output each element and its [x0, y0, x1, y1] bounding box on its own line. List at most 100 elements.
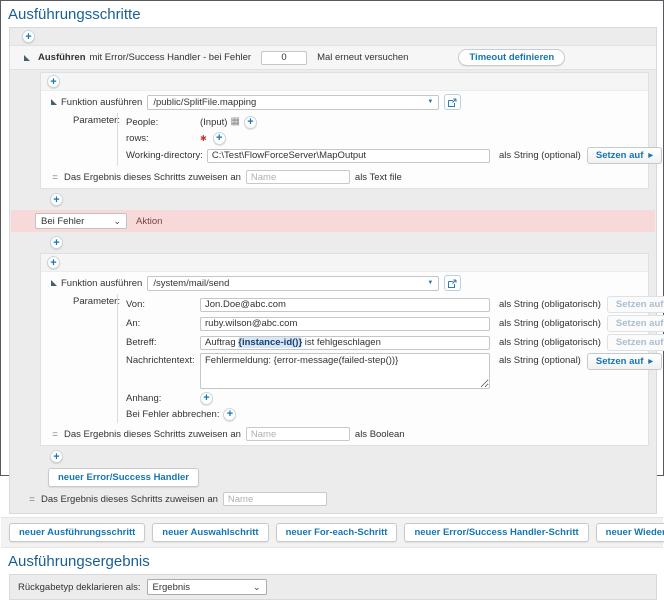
- new-choose-step-button[interactable]: neuer Auswahlschritt: [152, 523, 268, 542]
- error-condition-row: Bei Fehler ⌄ Aktion: [11, 210, 655, 232]
- return-type-select[interactable]: Ergebnis ⌄: [147, 579, 267, 595]
- new-step-buttons-bar: neuer Ausführungsschritt neuer Auswahlsc…: [1, 517, 663, 548]
- flowforce-job-page: { "icons": { "add_glyph": "+", "caret_do…: [0, 0, 664, 476]
- define-timeout-button[interactable]: Timeout definieren: [458, 49, 565, 66]
- required-value-icon: ✱: [200, 134, 207, 143]
- setzen-auf-button[interactable]: Setzen auf ▶: [587, 353, 662, 370]
- setzen-auf-label: Setzen auf: [616, 318, 664, 329]
- condition-select-value: Bei Fehler: [41, 216, 84, 227]
- collapse-function-icon[interactable]: [51, 280, 57, 286]
- param-row-von: Von: als String (obligatorisch) Setzen a…: [126, 296, 664, 313]
- add-param-value-button[interactable]: +: [213, 132, 226, 145]
- function-row: Funktion ausführen /public/SplitFile.map…: [41, 91, 648, 112]
- add-param-value-button[interactable]: +: [244, 116, 257, 129]
- open-function-icon[interactable]: [444, 275, 461, 291]
- execution-result-heading: Ausführungsergebnis: [8, 553, 663, 570]
- assign-text: Das Ergebnis dieses Schritts zuweisen an: [41, 494, 218, 505]
- mail-to-input[interactable]: [200, 317, 490, 331]
- retry-suffix-text: Mal erneut versuchen: [317, 52, 408, 63]
- execution-steps-heading: Ausführungsschritte: [8, 6, 663, 23]
- add-step-button[interactable]: +: [22, 30, 35, 43]
- setzen-auf-label: Setzen auf: [616, 337, 664, 348]
- assign-type-label: als Text file: [355, 172, 402, 183]
- param-input-ref: (Input): [200, 117, 227, 128]
- function-path-dropdown[interactable]: /public/SplitFile.mapping ▼: [147, 95, 439, 110]
- retry-count-input[interactable]: [261, 51, 307, 65]
- new-handler-row: neuer Error/Success Handler: [10, 465, 656, 489]
- function-path-dropdown[interactable]: /system/mail/send ▼: [147, 276, 439, 291]
- caret-down-icon: ▼: [427, 280, 433, 286]
- collapse-step-icon[interactable]: [24, 55, 30, 61]
- param-name: Betreff:: [126, 337, 200, 348]
- return-type-value: Ergebnis: [153, 582, 191, 593]
- result-name-input[interactable]: [246, 427, 350, 441]
- equals-icon: =: [51, 172, 59, 183]
- param-name: Von:: [126, 299, 200, 310]
- condition-select[interactable]: Bei Fehler ⌄: [35, 213, 127, 229]
- table-data-icon: ▦: [230, 117, 239, 127]
- parameter-section: Parameter: People: (Input) ▦ + rows: ✱ +…: [41, 112, 648, 167]
- param-name: An:: [126, 318, 200, 329]
- add-handler-step-button[interactable]: +: [50, 193, 63, 206]
- subject-text: ist fehlgeschlagen: [302, 337, 381, 348]
- setzen-auf-button[interactable]: Setzen auf ▶: [587, 147, 662, 164]
- function-label: Funktion ausführen: [61, 97, 142, 108]
- instance-id-token: {instance-id()}: [238, 337, 302, 348]
- add-handler-step-button[interactable]: +: [50, 450, 63, 463]
- add-handler-step-button[interactable]: +: [50, 236, 63, 249]
- equals-icon: =: [51, 429, 59, 440]
- add-abort-on-error-button[interactable]: +: [223, 408, 236, 421]
- new-resume-step-button[interactable]: neuer Wiederaufnahmeschritt: [596, 523, 664, 542]
- caret-down-icon: ▼: [427, 99, 433, 105]
- new-error-success-handler-button[interactable]: neuer Error/Success Handler: [48, 468, 199, 487]
- new-error-success-handler-step-button[interactable]: neuer Error/Success Handler-Schritt: [404, 523, 588, 542]
- subject-text: Auftrag: [205, 337, 238, 348]
- assign-result-row: = Das Ergebnis dieses Schritts zuweisen …: [41, 167, 648, 188]
- setzen-auf-button-disabled[interactable]: Setzen auf ▶: [607, 334, 664, 351]
- add-handler-step-row: +: [10, 191, 656, 208]
- add-step-row: +: [10, 28, 656, 45]
- function-path-value: /public/SplitFile.mapping: [153, 97, 256, 108]
- param-row-people: People: (Input) ▦ +: [126, 115, 664, 129]
- setzen-auf-label: Setzen auf: [616, 299, 664, 310]
- param-row-anhang: Anhang: +: [126, 391, 664, 405]
- parameter-section: Parameter: Von: als String (obligatorisc…: [41, 293, 648, 424]
- mail-body-textarea[interactable]: Fehlermeldung: {error-message(failed-ste…: [200, 353, 490, 389]
- param-row-bei-fehler-abbrechen: Bei Fehler abbrechen: +: [126, 407, 664, 421]
- mail-subject-input[interactable]: Auftrag {instance-id()} ist fehlgeschlag…: [200, 336, 490, 350]
- assign-type-label: als Boolean: [355, 429, 405, 440]
- arrow-right-icon: ▶: [648, 358, 653, 365]
- plus-icon: +: [25, 32, 31, 42]
- step-result-name-input[interactable]: [223, 492, 327, 506]
- add-handler-step-row: +: [10, 448, 656, 465]
- plus-icon: +: [50, 258, 56, 268]
- collapse-function-icon[interactable]: [51, 99, 57, 105]
- mail-from-input[interactable]: [200, 298, 490, 312]
- function-row: Funktion ausführen /system/mail/send ▼: [41, 272, 648, 293]
- plus-icon: +: [53, 195, 59, 205]
- condition-action-label: Aktion: [136, 216, 162, 227]
- new-for-each-step-button[interactable]: neuer For-each-Schritt: [276, 523, 398, 542]
- setzen-auf-button-disabled[interactable]: Setzen auf ▶: [607, 315, 664, 332]
- param-row-an: An: als String (obligatorisch) Setzen au…: [126, 315, 664, 332]
- add-attachment-button[interactable]: +: [200, 392, 213, 405]
- chevron-down-icon: ⌄: [253, 584, 261, 590]
- add-substep-button[interactable]: +: [47, 75, 60, 88]
- execution-steps-container: + Ausführen mit Error/Success Handler - …: [9, 27, 657, 514]
- mail-send-function-block: + Funktion ausführen /system/mail/send ▼…: [40, 253, 649, 446]
- plus-icon: +: [216, 133, 222, 143]
- open-function-icon[interactable]: [444, 94, 461, 110]
- new-execution-step-button[interactable]: neuer Ausführungsschritt: [9, 523, 145, 542]
- equals-icon: =: [28, 494, 36, 505]
- working-directory-input[interactable]: [207, 149, 490, 163]
- result-name-input[interactable]: [246, 170, 350, 184]
- param-name: Nachrichtentext:: [126, 353, 200, 366]
- param-type-label: als String (obligatorisch): [499, 337, 601, 348]
- return-type-label: Rückgabetyp deklarieren als:: [18, 582, 141, 593]
- param-row-betreff: Betreff: Auftrag {instance-id()} ist feh…: [126, 334, 664, 351]
- param-row-working-directory: Working-directory: als String (optional)…: [126, 147, 664, 164]
- add-substep-row: +: [41, 254, 648, 272]
- add-substep-button[interactable]: +: [47, 256, 60, 269]
- setzen-auf-button-disabled[interactable]: Setzen auf ▶: [607, 296, 664, 313]
- add-handler-step-row: +: [10, 234, 656, 251]
